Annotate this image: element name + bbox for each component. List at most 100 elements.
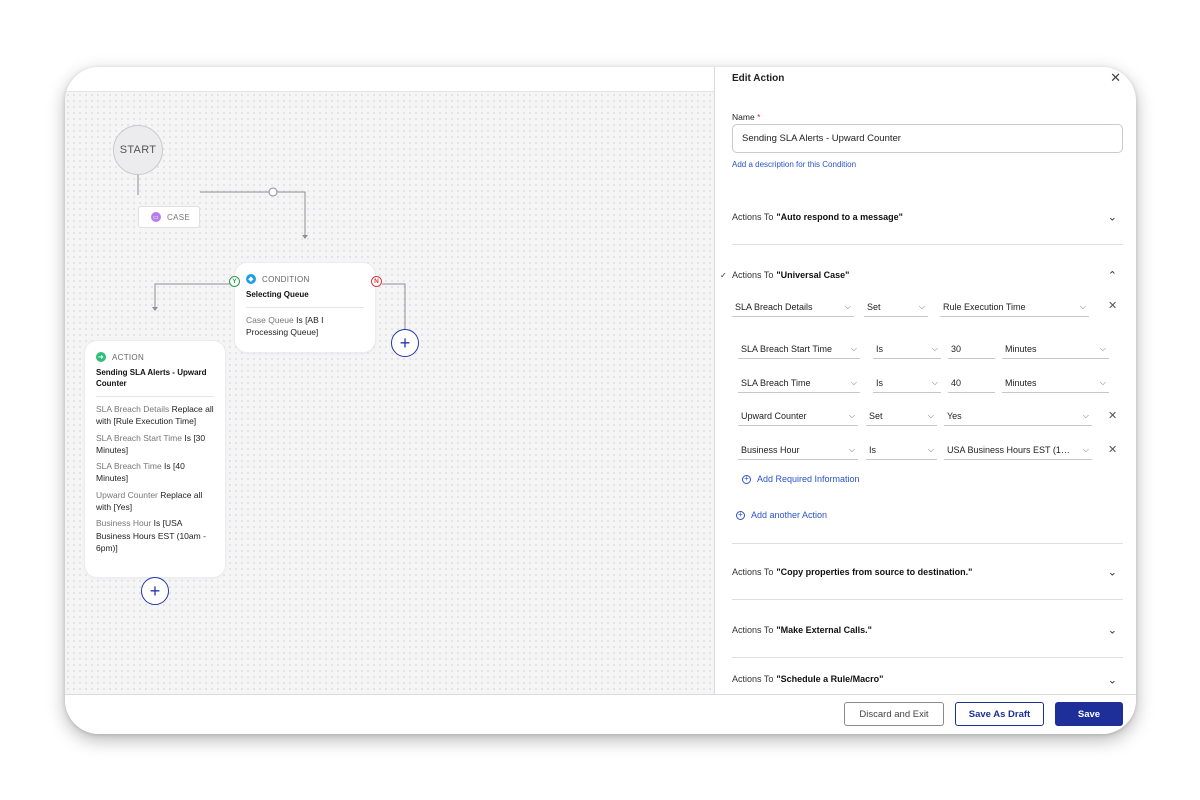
required-mark: *: [757, 112, 761, 122]
close-icon[interactable]: ✕: [1110, 70, 1121, 86]
plus-icon: +: [399, 333, 411, 353]
plus-icon: +: [149, 581, 161, 601]
chevron-down-icon: ⌵: [918, 302, 925, 311]
section-target: "Copy properties from source to destinat…: [776, 566, 973, 577]
value-select-value: Yes: [947, 410, 962, 421]
field-select-value: SLA Breach Time: [741, 377, 811, 388]
operator-select[interactable]: Is ⌵: [873, 339, 941, 359]
operator-select-value: Is: [876, 343, 884, 354]
condition-card[interactable]: ◆ CONDITION Selecting Queue Case Queue I…: [235, 263, 375, 352]
save-button[interactable]: Save: [1055, 702, 1123, 726]
add-required-info-link[interactable]: + Add Required Information: [742, 474, 860, 484]
section-auto-respond[interactable]: Actions To "Auto respond to a message" ⌄: [732, 189, 1123, 245]
field-select[interactable]: SLA Breach Start Time ⌵: [738, 339, 860, 359]
chevron-down-icon[interactable]: ⌄: [1108, 565, 1117, 578]
action-type: ➜ ACTION: [96, 352, 214, 362]
section-copy-properties[interactable]: Actions To "Copy properties from source t…: [732, 544, 1123, 600]
condition-key: Case Queue: [246, 315, 294, 325]
operator-select[interactable]: Is ⌵: [866, 440, 937, 460]
section-title: Actions To "Auto respond to a message": [732, 189, 903, 244]
yes-branch-badge: Y: [229, 276, 240, 287]
section-target: "Make External Calls.": [776, 624, 872, 635]
discard-and-exit-button[interactable]: Discard and Exit: [844, 702, 944, 726]
section-target: "Schedule a Rule/Macro": [776, 674, 884, 684]
section-prefix: Actions To: [732, 270, 774, 280]
footer-bar: Discard and Exit Save As Draft Save: [65, 694, 1136, 734]
chevron-down-icon: ⌵: [927, 445, 934, 454]
value-select[interactable]: Rule Execution Time ⌵: [940, 297, 1089, 317]
condition-type-label: CONDITION: [262, 274, 310, 284]
unit-select-value: Minutes: [1005, 343, 1037, 354]
unit-select[interactable]: Minutes ⌵: [1002, 373, 1109, 393]
action-line-key: Business Hour: [96, 518, 152, 529]
plus-circle-icon: +: [742, 474, 751, 484]
value-input-value: 40: [951, 377, 962, 388]
condition-divider: [246, 307, 364, 308]
section-target: "Universal Case": [776, 270, 850, 280]
chevron-down-icon: ⌵: [1099, 344, 1106, 353]
add-description-link[interactable]: Add a description for this Condition: [732, 160, 856, 169]
operator-select[interactable]: Set ⌵: [864, 297, 928, 317]
action-card[interactable]: ➜ ACTION Sending SLA Alerts - Upward Cou…: [85, 341, 225, 577]
add-required-info-label: Add Required Information: [757, 474, 860, 484]
condition-type: ◆ CONDITION: [246, 274, 364, 284]
name-label: Name *: [732, 112, 760, 122]
start-node[interactable]: START: [113, 125, 163, 175]
add-another-action-link[interactable]: + Add another Action: [736, 510, 827, 520]
unit-select-value: Minutes: [1005, 377, 1037, 388]
section-target: "Auto respond to a message": [776, 211, 903, 222]
action-body: SLA Breach Details Replace all with [Rul…: [96, 403, 214, 554]
chevron-down-icon[interactable]: ⌄: [1108, 674, 1117, 687]
workflow-canvas[interactable]: START ▭ CASE ◆ CONDITION Selecting Queue…: [65, 92, 714, 694]
canvas-toolbar: [65, 67, 714, 92]
section-schedule-rule[interactable]: Actions To "Schedule a Rule/Macro" ⌄: [732, 660, 1123, 694]
chevron-down-icon[interactable]: ⌄: [1108, 210, 1117, 223]
panel-title: Edit Action: [732, 73, 785, 84]
remove-row-icon[interactable]: ✕: [1108, 443, 1117, 456]
section-external-calls[interactable]: Actions To "Make External Calls." ⌄: [732, 602, 1123, 658]
field-select[interactable]: Upward Counter ⌵: [738, 406, 858, 426]
remove-row-icon[interactable]: ✕: [1108, 409, 1117, 422]
value-select-value: Rule Execution Time: [943, 301, 1026, 312]
operator-select[interactable]: Set ⌵: [866, 406, 937, 426]
case-node[interactable]: ▭ CASE: [138, 206, 200, 228]
value-input-value: 30: [951, 343, 962, 354]
action-line: SLA Breach Details Replace all with [Rul…: [96, 403, 214, 428]
action-line-key: SLA Breach Start Time: [96, 432, 182, 443]
add-node-button-action[interactable]: +: [141, 577, 169, 605]
chevron-down-icon: ⌵: [931, 378, 938, 387]
value-input[interactable]: 30: [948, 339, 995, 359]
condition-icon: ◆: [246, 274, 256, 284]
chevron-down-icon: ⌵: [1079, 302, 1086, 311]
field-select[interactable]: SLA Breach Time ⌵: [738, 373, 860, 393]
chevron-down-icon[interactable]: ⌄: [1108, 623, 1117, 636]
field-select[interactable]: Business Hour ⌵: [738, 440, 858, 460]
field-select[interactable]: SLA Breach Details ⌵: [732, 297, 854, 317]
operator-select[interactable]: Is ⌵: [873, 373, 941, 393]
chevron-up-icon[interactable]: ⌃: [1108, 269, 1117, 282]
action-divider: [96, 396, 214, 397]
name-input[interactable]: [732, 124, 1123, 153]
section-prefix: Actions To: [732, 566, 774, 577]
action-line-key: SLA Breach Time: [96, 461, 162, 472]
chevron-down-icon: ⌵: [1099, 378, 1106, 387]
section-prefix: Actions To: [732, 624, 774, 635]
section-title: Actions To "Schedule a Rule/Macro": [732, 674, 883, 684]
section-universal-case-header[interactable]: ✓ Actions To "Universal Case" ⌃: [720, 266, 1123, 284]
checkmark-icon: ✓: [720, 270, 727, 280]
value-input[interactable]: 40: [948, 373, 995, 393]
section-title: Actions To "Make External Calls.": [732, 602, 872, 657]
save-as-draft-button[interactable]: Save As Draft: [955, 702, 1044, 726]
condition-body: Case Queue Is [AB I Processing Queue]: [246, 314, 364, 339]
field-select-value: Upward Counter: [741, 410, 807, 421]
value-select-value: USA Business Hours EST (10...: [947, 444, 1071, 455]
unit-select[interactable]: Minutes ⌵: [1002, 339, 1109, 359]
case-label: CASE: [167, 212, 190, 222]
action-line-key: SLA Breach Details: [96, 404, 170, 414]
value-select[interactable]: Yes ⌵: [944, 406, 1092, 426]
add-node-button-no-branch[interactable]: +: [391, 329, 419, 357]
value-select[interactable]: USA Business Hours EST (10... ⌵: [944, 440, 1092, 460]
chevron-down-icon: ⌵: [850, 378, 857, 387]
chevron-down-icon: ⌵: [1082, 411, 1089, 420]
remove-row-icon[interactable]: ✕: [1108, 299, 1117, 312]
